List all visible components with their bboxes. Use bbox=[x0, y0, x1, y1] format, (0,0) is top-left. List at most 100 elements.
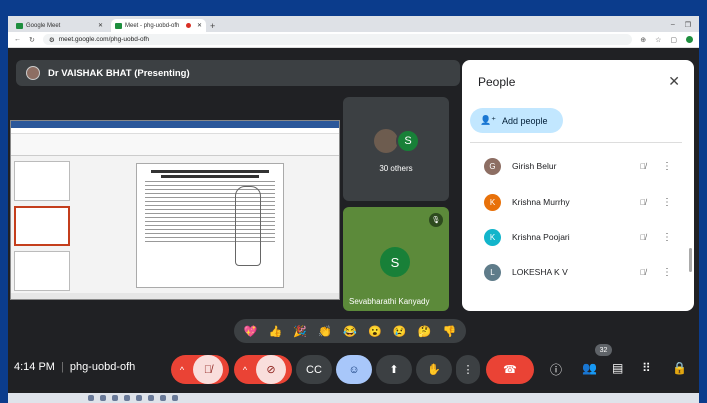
people-icon[interactable]: 👥 bbox=[582, 361, 597, 375]
emoji-reactions-button[interactable]: ☺ bbox=[336, 355, 372, 384]
list-item[interactable]: K Krishna Poojari 🎙̸ ⋮ bbox=[470, 225, 682, 249]
url-text: meet.google.com/phg-uobd-ofh bbox=[58, 36, 150, 43]
zoom-icon[interactable]: ⊕ bbox=[640, 36, 646, 44]
slide-thumbnail bbox=[14, 161, 70, 201]
participant-name: Krishna Murrhy bbox=[512, 197, 570, 207]
close-tab-icon[interactable]: ✕ bbox=[197, 22, 202, 29]
participant-name: LOKESHA K V bbox=[512, 267, 568, 277]
shared-screen bbox=[10, 120, 340, 300]
mic-off-icon: 🎙̸ bbox=[640, 267, 646, 277]
clap-reaction-icon[interactable]: 👏 bbox=[318, 325, 332, 338]
meet-window: Google Meet ✕ Meet - phg-uobd-ofh ✕ + – … bbox=[8, 16, 699, 403]
add-person-icon: 👤⁺ bbox=[480, 115, 496, 125]
more-options-icon[interactable]: ⋮ bbox=[652, 197, 682, 208]
list-item[interactable]: K Krishna Murrhy 🎙̸ ⋮ bbox=[470, 190, 682, 214]
bookmark-star-icon[interactable]: ☆ bbox=[655, 36, 661, 44]
close-tab-icon[interactable]: ✕ bbox=[98, 22, 103, 29]
captions-button[interactable]: CC bbox=[296, 355, 332, 384]
close-icon[interactable]: ✕ bbox=[668, 73, 680, 90]
meet-favicon-icon bbox=[16, 22, 23, 29]
mic-off-icon: 🎙̸ bbox=[640, 232, 646, 242]
leave-call-button[interactable]: ☎ bbox=[486, 355, 534, 384]
more-options-icon[interactable]: ⋮ bbox=[652, 161, 682, 172]
back-icon[interactable]: ← bbox=[14, 36, 21, 43]
control-bar: 4:14 PM | phg-uobd-ofh ^ 🎙̸ ^ ⊘ CC ☺ ⬆ ✋ ⋮… bbox=[8, 344, 699, 392]
video-options-chevron-icon[interactable]: ^ bbox=[234, 365, 256, 375]
audio-options-chevron-icon[interactable]: ^ bbox=[171, 365, 193, 375]
window-controls: – ❐ bbox=[663, 21, 699, 32]
participant-list: G Girish Belur 🎙̸ ⋮ K Krishna Murrhy 🎙̸ … bbox=[470, 142, 682, 311]
chat-icon[interactable]: ▤ bbox=[612, 361, 623, 375]
taskbar-app-icon[interactable] bbox=[136, 395, 142, 401]
participant-avatar: S bbox=[380, 247, 410, 277]
taskbar-app-icon[interactable] bbox=[100, 395, 106, 401]
participant-avatar: K bbox=[484, 228, 501, 246]
slide-thumbnail bbox=[14, 251, 70, 291]
taskbar-app-icon[interactable] bbox=[172, 395, 178, 401]
laugh-reaction-icon[interactable]: 😂 bbox=[343, 325, 357, 338]
taskbar-app-icon[interactable] bbox=[88, 395, 94, 401]
taskbar-app-icon[interactable] bbox=[124, 395, 130, 401]
participant-name: Girish Belur bbox=[512, 161, 557, 171]
tab-google-meet[interactable]: Google Meet ✕ bbox=[12, 19, 107, 32]
add-people-label: Add people bbox=[501, 115, 548, 126]
presenter-avatar bbox=[26, 66, 40, 80]
ppt-ribbon bbox=[11, 134, 339, 156]
meeting-code: phg-uobd-ofh bbox=[69, 361, 136, 373]
mic-off-button[interactable]: 🎙̸ bbox=[193, 355, 223, 384]
minimize-icon[interactable]: – bbox=[671, 21, 675, 29]
taskbar-app-icon[interactable] bbox=[112, 395, 118, 401]
list-item[interactable]: G Girish Belur 🎙̸ ⋮ bbox=[470, 154, 682, 178]
present-screen-button[interactable]: ⬆ bbox=[376, 355, 412, 384]
people-panel: People ✕ 👤⁺ Add people G Girish Belur 🎙̸… bbox=[462, 60, 694, 311]
address-bar-row: ← ↻ ⚙ meet.google.com/phg-uobd-ofh ⊕ ☆ ▢ bbox=[8, 32, 699, 48]
participant-avatar: K bbox=[484, 193, 501, 211]
add-people-button[interactable]: 👤⁺ Add people bbox=[470, 108, 563, 133]
taskbar-app-icon[interactable] bbox=[148, 395, 154, 401]
meeting-info: 4:14 PM | phg-uobd-ofh bbox=[14, 361, 136, 373]
participant-tile[interactable]: 🎙 S Sevabharathi Kanyady bbox=[343, 207, 449, 311]
list-item[interactable]: L LOKESHA K V 🎙̸ ⋮ bbox=[470, 260, 682, 284]
participant-avatar: L bbox=[484, 263, 501, 281]
camera-group: ^ ⊘ bbox=[234, 355, 292, 384]
slide-thumbnails bbox=[14, 161, 74, 291]
reload-icon[interactable]: ↻ bbox=[29, 36, 35, 44]
activities-icon[interactable]: ⠿ bbox=[642, 361, 651, 375]
participant-avatar: G bbox=[484, 157, 501, 175]
host-controls-icon[interactable]: 🔒 bbox=[672, 361, 687, 375]
new-tab-icon[interactable]: + bbox=[210, 21, 215, 31]
thumbs-up-reaction-icon[interactable]: 👍 bbox=[268, 325, 282, 338]
list-scrollbar[interactable] bbox=[689, 248, 692, 272]
sad-reaction-icon[interactable]: 😢 bbox=[393, 325, 407, 338]
tab-search-icon[interactable]: ▢ bbox=[670, 36, 677, 44]
raise-hand-button[interactable]: ✋ bbox=[416, 355, 452, 384]
participant-name: Krishna Poojari bbox=[512, 232, 570, 242]
mic-off-icon: 🎙̸ bbox=[640, 161, 646, 171]
meeting-details-icon[interactable]: ⓘ bbox=[550, 361, 562, 378]
url-field[interactable]: ⚙ meet.google.com/phg-uobd-ofh bbox=[42, 34, 633, 45]
more-options-icon[interactable]: ⋮ bbox=[652, 232, 682, 243]
more-options-icon[interactable]: ⋮ bbox=[652, 267, 682, 278]
panel-title: People bbox=[478, 75, 516, 89]
more-options-button[interactable]: ⋮ bbox=[456, 355, 480, 384]
others-tile[interactable]: S 30 others bbox=[343, 97, 449, 201]
body-diagram bbox=[235, 186, 261, 266]
heart-reaction-icon[interactable]: 💖 bbox=[244, 325, 258, 338]
site-info-icon[interactable]: ⚙ bbox=[49, 36, 55, 44]
browser-tab-bar: Google Meet ✕ Meet - phg-uobd-ofh ✕ + – … bbox=[8, 16, 699, 32]
profile-avatar[interactable] bbox=[686, 35, 693, 43]
thinking-reaction-icon[interactable]: 🤔 bbox=[418, 325, 432, 338]
surprised-reaction-icon[interactable]: 😮 bbox=[368, 325, 382, 338]
tab-label: Google Meet bbox=[26, 22, 61, 29]
microphone-group: ^ 🎙̸ bbox=[171, 355, 229, 384]
taskbar-app-icon[interactable] bbox=[160, 395, 166, 401]
thumbs-down-reaction-icon[interactable]: 👎 bbox=[443, 325, 457, 338]
participant-avatar bbox=[374, 129, 398, 153]
tab-meeting[interactable]: Meet - phg-uobd-ofh ✕ bbox=[111, 19, 206, 32]
recording-dot-icon bbox=[185, 23, 191, 28]
party-reaction-icon[interactable]: 🎉 bbox=[293, 325, 307, 338]
ppt-status-bar bbox=[11, 293, 339, 299]
restore-icon[interactable]: ❐ bbox=[685, 21, 691, 29]
camera-off-button[interactable]: ⊘ bbox=[256, 355, 286, 384]
presenter-label: Dr VAISHAK BHAT (Presenting) bbox=[48, 67, 190, 79]
